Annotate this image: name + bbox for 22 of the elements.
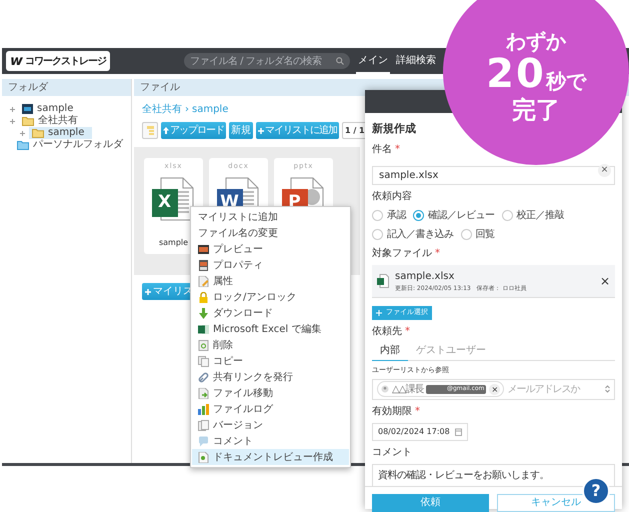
radio-label: 回覧 — [476, 228, 494, 242]
field-label: コメント — [372, 446, 412, 458]
required-mark: * — [435, 248, 440, 258]
badge-text: 完了 — [512, 95, 560, 126]
required-mark: * — [395, 144, 400, 154]
required-mark: * — [405, 326, 410, 336]
badge-text: わずか — [506, 28, 566, 54]
panel-header: フォルダ — [2, 79, 131, 96]
field-label: 依頼内容 — [372, 190, 412, 202]
radio-label: 確認／レビュー — [428, 208, 494, 222]
field-label: 件名 — [372, 142, 392, 156]
recipient-name: △△課長 — [392, 382, 424, 396]
field-label: 有効期限 — [372, 404, 412, 418]
radio-label: 校正／推敲 — [516, 208, 564, 222]
radio-label: 承認 — [387, 208, 406, 222]
radio-label: 記入／書き込み — [387, 228, 454, 242]
required-mark: * — [415, 406, 420, 416]
form-title: 新規作成 — [372, 121, 417, 137]
breadcrumb-separator: › — [185, 103, 189, 117]
field-label: 依頼先 — [372, 324, 402, 338]
field-label: 対象ファイル — [372, 246, 432, 260]
file-name: sample.xlsx — [395, 270, 456, 284]
